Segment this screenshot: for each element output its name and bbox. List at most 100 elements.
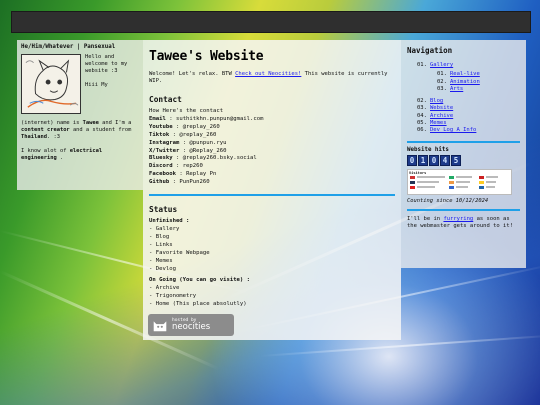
- contact-heading: Contact: [149, 94, 182, 104]
- nav-link-archive[interactable]: Archive: [430, 113, 453, 120]
- bio-and: and a student from: [72, 127, 132, 134]
- badge-neocities: neocities: [172, 322, 211, 332]
- contact-bluesky: Bluesky : @replay260.bsky.social: [149, 155, 395, 163]
- profile-panel: He/Him/Whatever | Pansexual Hello and we…: [17, 40, 143, 190]
- bio-prefix: (internet) name is: [21, 119, 80, 126]
- website-hits-heading: Website hits: [407, 146, 449, 153]
- contact-list: How Here's the contact Email : suthitkhn…: [149, 108, 395, 187]
- list-item: - Links: [149, 242, 173, 249]
- hit-counter: 0 1 0 4 5: [407, 154, 520, 166]
- nav-link-real-live[interactable]: Real-live: [450, 71, 480, 78]
- nav-number: 04.: [417, 112, 427, 119]
- counter-digit: 5: [451, 154, 461, 166]
- nav-item-blog: 02. Blog: [407, 98, 520, 105]
- navigation-panel: Navigation 01. Gallery 01. Real-live 02. An…: [401, 40, 526, 268]
- contact-value: : PunPun260: [172, 179, 210, 186]
- contact-facebook: Facebook : Replay Pn: [149, 171, 395, 179]
- nav-number: 02.: [437, 78, 447, 85]
- bio-country: Thailand: [21, 134, 47, 141]
- nav-number: 01.: [417, 62, 427, 68]
- furry-pre: I'll be in: [407, 215, 441, 222]
- nav-link-gallery[interactable]: Gallery: [430, 62, 453, 69]
- contact-discord: Discord : rep260: [149, 163, 395, 171]
- contact-value: : @replay_260: [175, 123, 220, 130]
- contact-value: : @replay260.bsky.social: [175, 155, 257, 162]
- avatar: [21, 53, 81, 114]
- nav-subitem-animation: 02. Animation: [437, 79, 520, 86]
- list-item: - Blog: [149, 234, 170, 241]
- section-divider: [407, 140, 520, 143]
- contact-label: Discord: [149, 163, 173, 170]
- knowledge-end: .: [59, 155, 64, 161]
- welcome-pre: Welcome! Let's relax. BTW: [149, 71, 232, 77]
- unfinished-label: Unfinished :: [149, 218, 190, 225]
- nav-item-archive: 04. Archive: [407, 113, 520, 120]
- list-item: - Memes: [149, 257, 173, 264]
- knowledge-text: I know alot of electrical engineering .: [21, 148, 139, 163]
- nav-item-gallery: 01. Gallery: [407, 62, 520, 69]
- bio-end: . :3: [46, 134, 60, 141]
- welcome-paragraph: Welcome! Let's relax. BTW Check out Neoc…: [149, 71, 395, 86]
- list-item: - Favorite Webpage: [149, 249, 210, 256]
- status-heading: Status: [149, 205, 178, 215]
- nav-number: 03.: [437, 86, 447, 93]
- contact-label: Email: [149, 115, 166, 122]
- neocities-badge[interactable]: hosted by neocities: [148, 314, 234, 336]
- contact-tiktok: Tiktok : @replay_260: [149, 132, 395, 140]
- counter-digit: 1: [418, 154, 428, 166]
- ongoing-label: On Going (You can go visite) :: [149, 276, 251, 283]
- contact-label: Instagram: [149, 139, 180, 146]
- contact-github: Github : PunPun260: [149, 179, 395, 187]
- nav-item-memes: 05. Memes: [407, 120, 520, 127]
- nav-number: 06.: [417, 127, 427, 134]
- visitor-flags: [410, 175, 498, 189]
- nav-link-arts[interactable]: Arts: [450, 86, 463, 93]
- nav-item-website: 03. Website: [407, 105, 520, 112]
- contact-label: X/Twitter: [149, 147, 180, 154]
- contact-intro: How Here's the contact: [149, 107, 224, 114]
- nav-number: 01.: [437, 71, 447, 78]
- top-bar: [11, 11, 531, 33]
- nav-link-website[interactable]: Website: [430, 105, 453, 112]
- list-item: - Home (This place absolutly): [149, 300, 247, 307]
- contact-email: Email : suthitkhn.punpun@gmail.com: [149, 116, 395, 124]
- bio-mid: and I'm a: [102, 119, 132, 126]
- section-divider: [149, 194, 395, 197]
- avatar-sketch: [22, 54, 80, 113]
- navigation-list: 01. Gallery 01. Real-live 02. Animation 03.…: [407, 62, 520, 135]
- contact-label: Github: [149, 179, 170, 186]
- counter-digit: 4: [440, 154, 450, 166]
- neocities-cat-icon: [153, 321, 167, 332]
- contact-value: : @punpun.ryu: [182, 139, 227, 146]
- main-content-panel: Tawee's Website Welcome! Let's relax. BT…: [143, 40, 401, 340]
- contact-label: Youtube: [149, 123, 173, 130]
- nav-number: 02.: [417, 97, 427, 104]
- nav-link-animation[interactable]: Animation: [450, 79, 480, 86]
- contact-value: : @replay_260: [172, 131, 217, 138]
- furryring-link[interactable]: furryring: [443, 216, 473, 222]
- nav-link-blog[interactable]: Blog: [430, 98, 443, 105]
- counting-since-text: Counting since 10/12/2024: [407, 197, 489, 204]
- counter-digit: 0: [429, 154, 439, 166]
- site-title: Tawee's Website: [149, 49, 264, 64]
- nav-subitem-arts: 03. Arts: [437, 86, 520, 93]
- contact-value: : Replay Pn: [179, 171, 217, 178]
- list-item: - Gallery: [149, 226, 180, 233]
- nav-link-devlog[interactable]: Dev Log A Info: [430, 127, 476, 134]
- list-item: - Archive: [149, 284, 180, 291]
- contact-value: : suthitkhn.punpun@gmail.com: [169, 115, 264, 122]
- neocities-link[interactable]: Check out Neocities!: [235, 71, 301, 77]
- nav-number: 03.: [417, 105, 427, 112]
- list-item: - Trigonometry: [149, 292, 197, 299]
- contact-label: Bluesky: [149, 155, 173, 162]
- contact-value: : @Replay_260: [182, 147, 227, 154]
- contact-value: : rep260: [175, 163, 203, 170]
- status-list: Unfinished : - Gallery - Blog - Links - …: [149, 218, 395, 308]
- navigation-heading: Navigation: [407, 46, 453, 55]
- visitor-flag-counter[interactable]: Visitors: [407, 168, 512, 195]
- bio-text: (internet) name is Tawee and I'm a conte…: [21, 120, 139, 142]
- furryring-note: I'll be in furryring as soon as the webm…: [407, 216, 520, 231]
- gallery-subnav: 01. Real-live 02. Animation 03. Arts: [437, 71, 520, 93]
- nav-link-memes[interactable]: Memes: [430, 120, 447, 127]
- nav-subitem-real-live: 01. Real-live: [437, 71, 520, 78]
